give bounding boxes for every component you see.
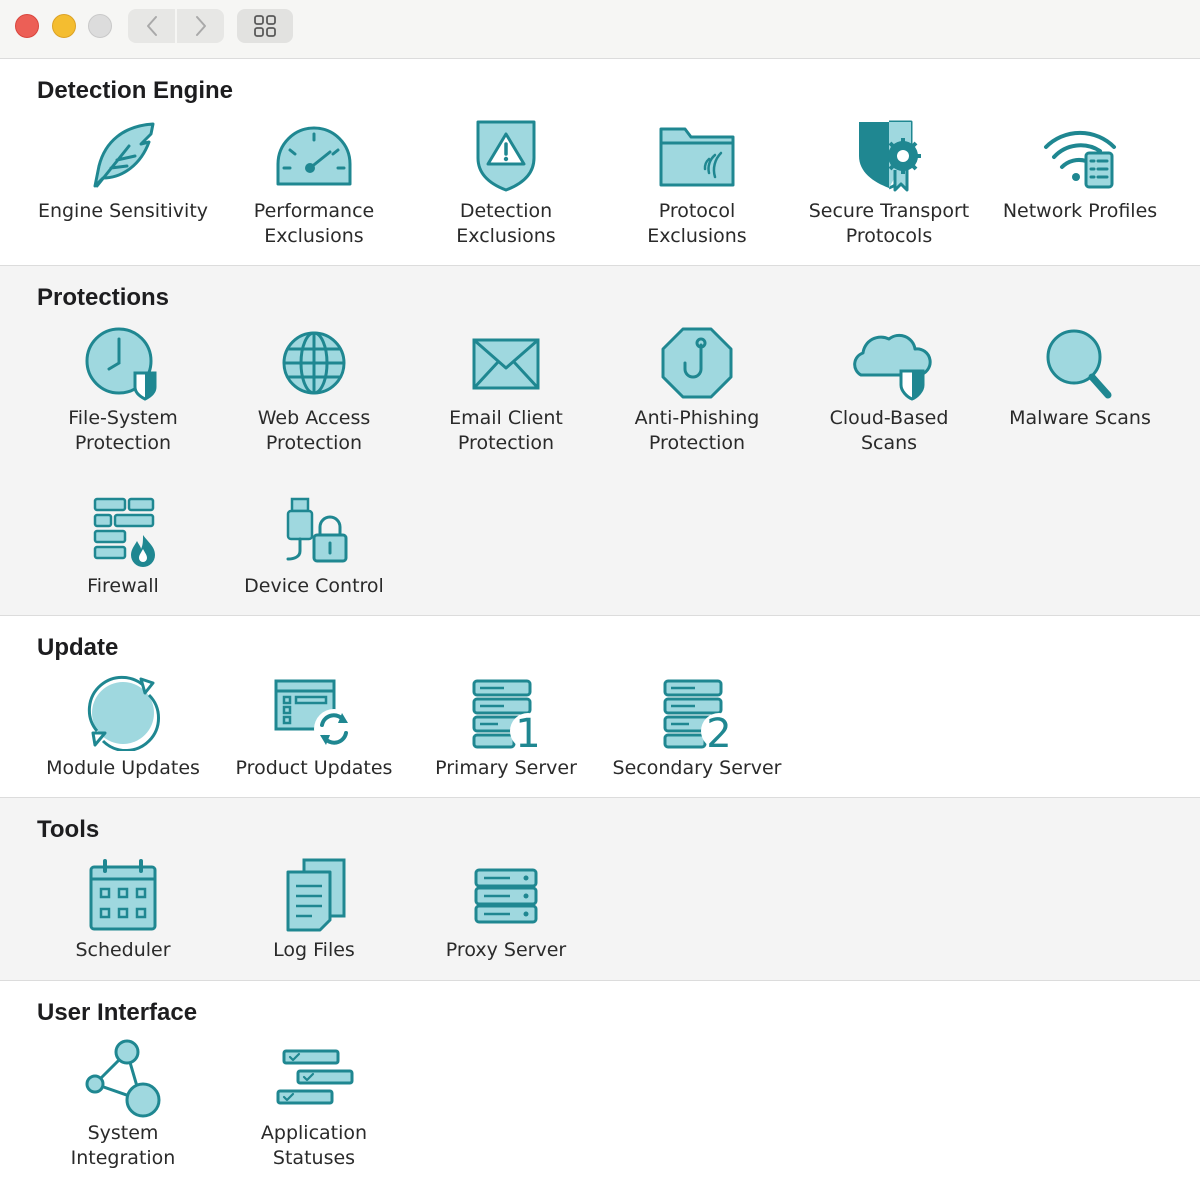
server-stack-icon: [474, 868, 538, 924]
item-secondary-server[interactable]: 2 Secondary Server: [602, 674, 792, 781]
refresh-circle-icon: [87, 675, 160, 751]
brick-flame-icon: [93, 497, 155, 567]
item-label: Application Statuses: [260, 1122, 368, 1169]
item-cloud-based-scans[interactable]: Cloud-Based Scans: [794, 324, 984, 456]
item-web-access-protection[interactable]: Web Access Protection: [219, 324, 409, 456]
item-label: Email Client Protection: [449, 407, 563, 454]
item-label: System Integration: [70, 1122, 176, 1169]
globe-icon: [282, 331, 346, 395]
item-label: Anti-Phishing Protection: [634, 407, 760, 454]
magnifier-icon: [1046, 329, 1112, 399]
documents-icon: [286, 858, 346, 932]
item-label: Network Profiles: [1002, 200, 1158, 222]
section-title: Update: [37, 634, 119, 661]
share-nodes-icon: [85, 1039, 161, 1118]
item-label: Scheduler: [75, 939, 171, 961]
item-label: Firewall: [87, 575, 159, 597]
gauge-icon: [276, 126, 352, 186]
grid-icon: [254, 15, 276, 37]
item-firewall[interactable]: Firewall: [28, 492, 218, 599]
item-label: Proxy Server: [445, 939, 567, 961]
app-refresh-icon: [274, 679, 354, 749]
shield-gear-icon: [859, 120, 921, 192]
section-user-interface: User Interface System Integration Applic…: [0, 981, 1200, 1183]
back-chevron-icon: [146, 16, 157, 36]
item-module-updates[interactable]: Module Updates: [28, 674, 218, 781]
grid-view-button[interactable]: [237, 9, 293, 43]
minimize-window-button[interactable]: [52, 14, 76, 38]
item-label: Secondary Server: [612, 757, 782, 779]
feather-icon: [93, 122, 155, 188]
item-label: Log Files: [273, 939, 355, 961]
item-product-updates[interactable]: Product Updates: [219, 674, 409, 781]
item-label: Detection Exclusions: [456, 200, 556, 247]
item-system-integration[interactable]: System Integration: [28, 1039, 218, 1171]
section-title: Tools: [37, 816, 100, 843]
item-label: File-System Protection: [68, 407, 178, 454]
checklist-icon: [276, 1049, 354, 1105]
server-1-icon: 1: [472, 679, 546, 751]
folder-signal-icon: [659, 127, 735, 187]
section-title: Protections: [37, 284, 170, 311]
item-label: Protocol Exclusions: [647, 200, 747, 247]
section-tools: Tools Scheduler Log Files Proxy Server: [0, 798, 1200, 981]
item-file-system-protection[interactable]: File-System Protection: [28, 324, 218, 456]
item-label: Module Updates: [46, 757, 200, 779]
item-label: Secure Transport Protocols: [808, 200, 970, 247]
forward-button[interactable]: [177, 9, 224, 43]
section-detection-engine: Detection Engine Engine Sensitivity Perf…: [0, 59, 1200, 266]
item-detection-exclusions[interactable]: Detection Exclusions: [411, 117, 601, 249]
back-button[interactable]: [128, 9, 175, 43]
item-application-statuses[interactable]: Application Statuses: [219, 1039, 409, 1171]
item-device-control[interactable]: Device Control: [219, 492, 409, 599]
section-title: Detection Engine: [37, 77, 234, 104]
item-performance-exclusions[interactable]: Performance Exclusions: [219, 117, 409, 249]
item-protocol-exclusions[interactable]: Protocol Exclusions: [602, 117, 792, 249]
item-email-client-protection[interactable]: Email Client Protection: [411, 324, 601, 456]
close-window-button[interactable]: [15, 14, 39, 38]
section-protections: Protections File-System Protection Web A…: [0, 266, 1200, 616]
item-label: Device Control: [244, 575, 384, 597]
section-title: User Interface: [37, 999, 198, 1026]
server-badge-number: 1: [515, 711, 540, 751]
warning-shield-icon: [476, 120, 536, 192]
section-update: Update Module Updates Product Updates 1 …: [0, 616, 1200, 798]
server-2-icon: 2: [663, 679, 737, 751]
hook-octagon-icon: [661, 327, 733, 399]
clock-shield-icon: [85, 327, 157, 401]
usb-lock-icon: [286, 497, 348, 563]
item-label: Engine Sensitivity: [37, 200, 209, 222]
item-proxy-server[interactable]: Proxy Server: [411, 856, 601, 963]
item-label: Malware Scans: [1009, 407, 1151, 429]
envelope-icon: [472, 338, 540, 390]
item-log-files[interactable]: Log Files: [219, 856, 409, 963]
item-label: Primary Server: [435, 757, 577, 779]
server-badge-number: 2: [706, 711, 731, 751]
window-titlebar: [0, 0, 1200, 59]
item-anti-phishing-protection[interactable]: Anti-Phishing Protection: [602, 324, 792, 456]
item-secure-transport-protocols[interactable]: Secure Transport Protocols: [794, 117, 984, 249]
item-scheduler[interactable]: Scheduler: [28, 856, 218, 963]
calendar-icon: [89, 859, 157, 931]
item-engine-sensitivity[interactable]: Engine Sensitivity: [28, 117, 218, 224]
wifi-list-icon: [1044, 130, 1116, 189]
item-label: Performance Exclusions: [253, 200, 375, 247]
item-label: Web Access Protection: [257, 407, 371, 454]
item-network-profiles[interactable]: Network Profiles: [985, 117, 1175, 224]
cloud-shield-icon: [853, 333, 932, 401]
forward-chevron-icon: [195, 16, 206, 36]
item-malware-scans[interactable]: Malware Scans: [985, 324, 1175, 431]
item-label: Product Updates: [235, 757, 393, 779]
zoom-window-button[interactable]: [88, 14, 112, 38]
navigation-buttons: [128, 9, 224, 43]
item-primary-server[interactable]: 1 Primary Server: [411, 674, 601, 781]
item-label: Cloud-Based Scans: [829, 407, 949, 454]
